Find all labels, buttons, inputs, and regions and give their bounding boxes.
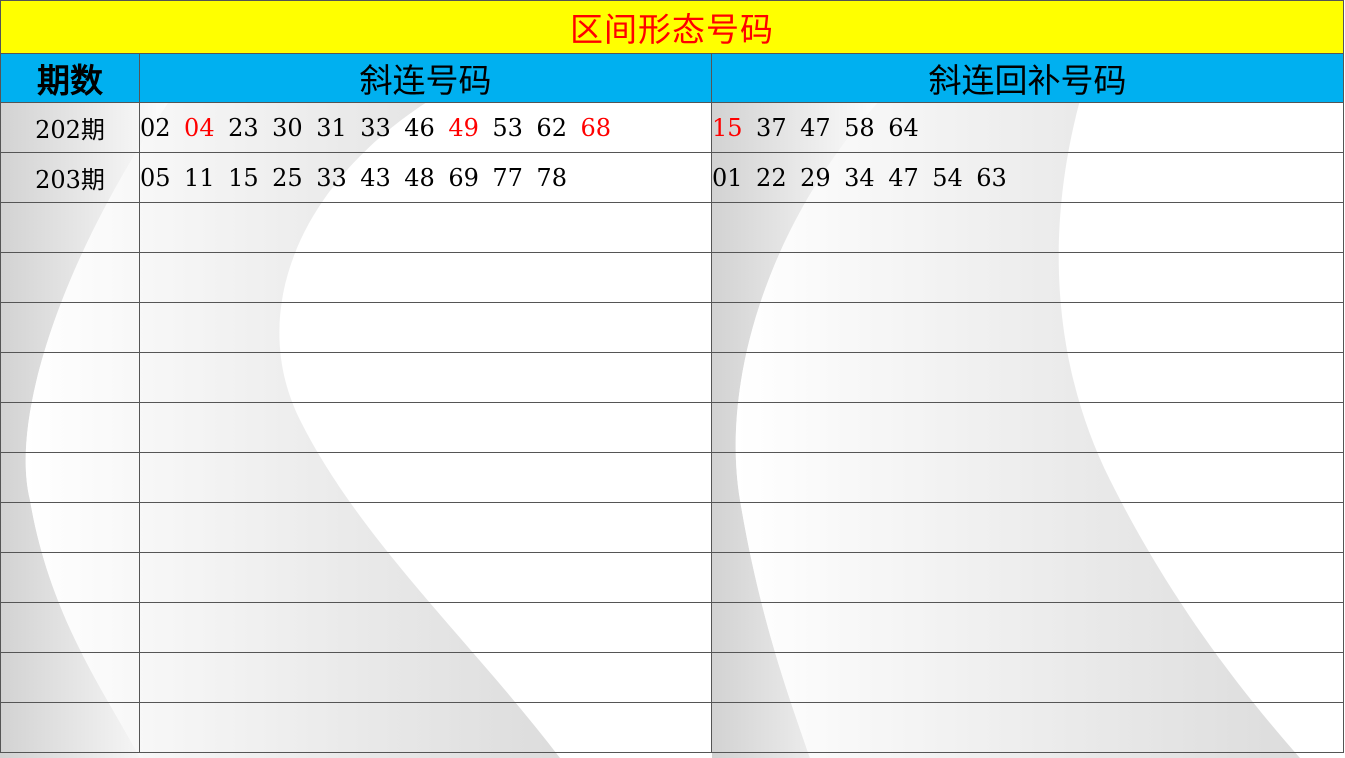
lottery-number: 30 (272, 113, 303, 142)
diagonal-fill-numbers-cell: 15 37 47 58 64 (710, 102, 1345, 153)
empty-row (0, 652, 1345, 703)
empty-cell (710, 252, 1345, 303)
lottery-number: 68 (580, 113, 612, 142)
table-row: 202期 02 04 23 30 31 33 46 49 53 62 68 15 37 47 58 64 (0, 102, 1345, 153)
empty-row (0, 702, 1345, 753)
lottery-number: 48 (404, 163, 435, 192)
empty-row (0, 602, 1345, 653)
lottery-number: 23 (228, 113, 259, 142)
empty-cell (0, 452, 140, 503)
table-body: 202期 02 04 23 30 31 33 46 49 53 62 68 15 37 47 58 64 203期… (0, 102, 1345, 753)
title-row: 区间形态号码 (0, 0, 1345, 54)
period-cell: 203期 (0, 152, 140, 203)
empty-row (0, 352, 1345, 403)
empty-cell (139, 302, 712, 353)
lottery-sheet: 区间形态号码 期数 斜连号码 斜连回补号码 202期 02 04 23 30 31 33 46… (0, 0, 1345, 758)
lottery-number: 78 (536, 163, 567, 192)
empty-cell (710, 352, 1345, 403)
empty-cell (0, 702, 140, 753)
lottery-number: 54 (932, 163, 963, 192)
empty-row (0, 552, 1345, 603)
table-title: 区间形态号码 (0, 0, 1345, 54)
lottery-number: 77 (492, 163, 523, 192)
diagonal-fill-numbers-header: 斜连回补号码 (710, 53, 1345, 103)
empty-cell (710, 302, 1345, 353)
lottery-number: 43 (360, 163, 391, 192)
empty-cell (710, 202, 1345, 253)
lottery-number: 47 (888, 163, 919, 192)
lottery-number: 04 (184, 113, 215, 142)
empty-cell (139, 202, 712, 253)
empty-cell (0, 352, 140, 403)
empty-cell (139, 652, 712, 703)
lottery-number: 31 (316, 113, 347, 142)
lottery-number: 46 (404, 113, 435, 142)
empty-row (0, 302, 1345, 353)
lottery-number: 69 (448, 163, 479, 192)
lottery-number: 01 (712, 163, 743, 192)
empty-cell (710, 402, 1345, 453)
empty-cell (139, 552, 712, 603)
lottery-number: 49 (448, 113, 479, 142)
empty-cell (710, 652, 1345, 703)
empty-cell (0, 602, 140, 653)
empty-cell (0, 202, 140, 253)
empty-cell (0, 502, 140, 553)
diagonal-numbers-header: 斜连号码 (139, 53, 712, 103)
empty-cell (0, 652, 140, 703)
lottery-number: 11 (184, 163, 215, 192)
lottery-number: 62 (536, 113, 567, 142)
empty-cell (139, 352, 712, 403)
lottery-number: 47 (800, 113, 831, 142)
lottery-number: 15 (712, 113, 743, 142)
empty-row (0, 402, 1345, 453)
empty-row (0, 452, 1345, 503)
empty-cell (710, 702, 1345, 753)
lottery-number: 15 (228, 163, 259, 192)
empty-cell (0, 252, 140, 303)
lottery-number: 22 (756, 163, 787, 192)
lottery-number: 05 (140, 163, 171, 192)
empty-cell (139, 402, 712, 453)
empty-cell (139, 252, 712, 303)
diagonal-fill-numbers-cell: 01 22 29 34 47 54 63 (710, 152, 1345, 203)
empty-cell (0, 302, 140, 353)
lottery-number: 33 (316, 163, 347, 192)
lottery-number: 25 (272, 163, 303, 192)
lottery-number: 53 (492, 113, 523, 142)
lottery-number: 37 (756, 113, 787, 142)
empty-cell (0, 552, 140, 603)
number-table: 区间形态号码 期数 斜连号码 斜连回补号码 202期 02 04 23 30 31 33 46… (0, 0, 1345, 753)
empty-row (0, 252, 1345, 303)
period-cell: 202期 (0, 102, 140, 153)
empty-cell (0, 402, 140, 453)
period-header: 期数 (0, 53, 140, 103)
lottery-number: 02 (140, 113, 171, 142)
lottery-number: 34 (844, 163, 875, 192)
lottery-number: 33 (360, 113, 391, 142)
empty-cell (139, 452, 712, 503)
empty-cell (710, 502, 1345, 553)
header-row: 期数 斜连号码 斜连回补号码 (0, 53, 1345, 103)
diagonal-numbers-cell: 02 04 23 30 31 33 46 49 53 62 68 (139, 102, 712, 153)
lottery-number: 29 (800, 163, 831, 192)
empty-cell (710, 552, 1345, 603)
lottery-number: 58 (844, 113, 875, 142)
lottery-number: 63 (976, 163, 1007, 192)
empty-cell (710, 452, 1345, 503)
empty-row (0, 502, 1345, 553)
empty-cell (710, 602, 1345, 653)
empty-cell (139, 502, 712, 553)
table-row: 203期 05 11 15 25 33 43 48 69 77 78 01 22 29 34 47 54 63 (0, 152, 1345, 203)
empty-cell (139, 702, 712, 753)
empty-row (0, 202, 1345, 253)
lottery-number: 64 (888, 113, 919, 142)
empty-cell (139, 602, 712, 653)
diagonal-numbers-cell: 05 11 15 25 33 43 48 69 77 78 (139, 152, 712, 203)
